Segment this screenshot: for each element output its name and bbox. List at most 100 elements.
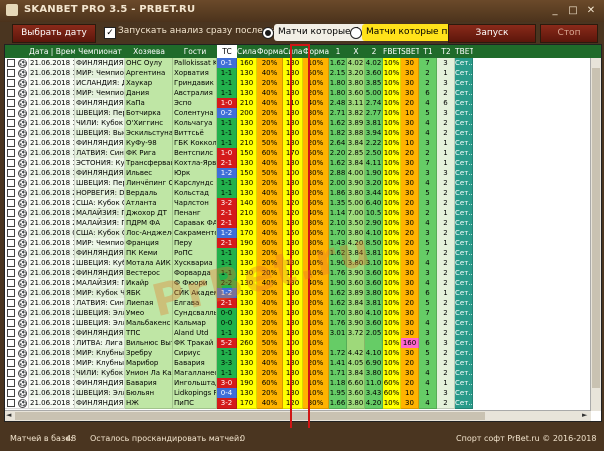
- row-checkbox[interactable]: [7, 259, 15, 267]
- start-button[interactable]: Запуск: [448, 24, 536, 43]
- row-checkbox[interactable]: [7, 229, 15, 237]
- row-checkbox[interactable]: [7, 399, 15, 407]
- row-checkbox[interactable]: [7, 249, 15, 257]
- soccer-ball-icon: ⚽: [18, 299, 27, 308]
- cell-sbet: 30: [401, 398, 419, 409]
- col-header-form1[interactable]: Форма 1: [257, 45, 283, 58]
- soccer-ball-icon: ⚽: [18, 89, 27, 98]
- in-base-value: 48: [66, 434, 77, 443]
- matches-table: Дата | ВремяЧемпионатХозяеваГостиTCСила …: [4, 44, 602, 422]
- horizontal-scroll-thumb[interactable]: [15, 412, 485, 420]
- stop-button[interactable]: Стоп: [540, 24, 598, 43]
- col-header-form2[interactable]: Форма 2: [303, 45, 329, 58]
- soccer-ball-icon: ⚽: [18, 379, 27, 388]
- remaining-value: 0: [240, 434, 246, 443]
- col-header-championship[interactable]: Чемпионат: [75, 45, 125, 58]
- soccer-ball-icon: ⚽: [18, 329, 27, 338]
- row-checkbox[interactable]: [7, 189, 15, 197]
- row-checkbox[interactable]: [7, 199, 15, 207]
- col-header-home[interactable]: Хозяева: [125, 45, 173, 58]
- vertical-scrollbar[interactable]: [590, 58, 601, 411]
- row-checkbox[interactable]: [7, 319, 15, 327]
- row-checkbox[interactable]: [7, 149, 15, 157]
- col-header-odd1[interactable]: 1: [329, 45, 347, 58]
- table-header: Дата | ВремяЧемпионатХозяеваГостиTCСила …: [5, 45, 601, 58]
- row-checkbox[interactable]: [7, 379, 15, 387]
- close-button[interactable]: ✕: [584, 4, 598, 17]
- table-row[interactable]: ⚽21.06.2018 18:00ФИНЛЯНДИЯ: Же...НЖПиПС3…: [5, 398, 601, 409]
- row-checkbox[interactable]: [7, 339, 15, 347]
- row-checkbox[interactable]: [7, 269, 15, 277]
- soccer-ball-icon: ⚽: [18, 179, 27, 188]
- col-header-away[interactable]: Гости: [173, 45, 217, 58]
- soccer-ball-icon: ⚽: [18, 169, 27, 178]
- row-checkbox[interactable]: [7, 219, 15, 227]
- col-header-power1[interactable]: Сила 1: [237, 45, 257, 58]
- row-checkbox[interactable]: [7, 309, 15, 317]
- col-header-t2[interactable]: T2: [437, 45, 455, 58]
- row-checkbox[interactable]: [7, 209, 15, 217]
- scroll-right-icon[interactable]: ►: [582, 411, 587, 419]
- soccer-ball-icon: ⚽: [18, 119, 27, 128]
- row-checkbox[interactable]: [7, 239, 15, 247]
- vertical-scroll-thumb[interactable]: [592, 68, 600, 388]
- row-checkbox[interactable]: [7, 79, 15, 87]
- row-checkbox[interactable]: [7, 89, 15, 97]
- col-header-tc[interactable]: TC: [217, 45, 237, 58]
- col-header-t1[interactable]: T1: [419, 45, 437, 58]
- copyright: Спорт софт PrBet.ru © 2016-2018: [456, 434, 597, 443]
- soccer-ball-icon: ⚽: [18, 259, 27, 268]
- soccer-ball-icon: ⚽: [18, 69, 27, 78]
- scroll-left-icon[interactable]: ◄: [6, 411, 11, 419]
- row-checkbox[interactable]: [7, 59, 15, 67]
- past-radio[interactable]: [350, 27, 362, 39]
- soccer-ball-icon: ⚽: [18, 59, 27, 68]
- row-checkbox[interactable]: [7, 359, 15, 367]
- row-checkbox[interactable]: [7, 109, 15, 117]
- cell-datetime: 21.06.2018 18:00: [29, 398, 75, 409]
- row-checkbox[interactable]: [7, 279, 15, 287]
- row-checkbox[interactable]: [7, 349, 15, 357]
- cell-form1: 40%: [257, 398, 283, 409]
- cell-t2: 2: [437, 398, 455, 409]
- row-checkbox[interactable]: [7, 179, 15, 187]
- row-checkbox[interactable]: [7, 99, 15, 107]
- title-bar: SKANBET PRO 3.5 - PRBET.RU _ □ ✕: [0, 0, 604, 22]
- upcoming-radio[interactable]: [262, 27, 274, 39]
- cell-away: ПиПС: [173, 398, 217, 409]
- row-checkbox[interactable]: [7, 369, 15, 377]
- row-checkbox[interactable]: [7, 389, 15, 397]
- minimize-button[interactable]: _: [548, 4, 562, 17]
- col-header-datetime[interactable]: Дата | Время: [29, 45, 75, 58]
- cell-odd1: 1.66: [329, 398, 347, 409]
- row-checkbox[interactable]: [7, 69, 15, 77]
- maximize-button[interactable]: □: [566, 4, 580, 17]
- col-header-sbet[interactable]: SBET: [401, 45, 419, 58]
- col-header-fbet[interactable]: FBET: [383, 45, 401, 58]
- row-checkbox[interactable]: [7, 139, 15, 147]
- soccer-ball-icon: ⚽: [18, 349, 27, 358]
- status-bar: Матчей в базе: 48 Осталось проскандирова…: [0, 428, 604, 451]
- horizontal-scrollbar[interactable]: ◄ ►: [5, 410, 591, 421]
- cell-tbet: Сет...: [455, 398, 473, 409]
- soccer-ball-icon: ⚽: [18, 109, 27, 118]
- soccer-ball-icon: ⚽: [18, 129, 27, 138]
- col-header-power2[interactable]: Сила 2: [283, 45, 303, 58]
- cell-t1: 4: [419, 398, 437, 409]
- col-header-oddx[interactable]: X: [347, 45, 365, 58]
- row-checkbox[interactable]: [7, 159, 15, 167]
- auto-analysis-checkbox[interactable]: ✓: [104, 27, 116, 39]
- row-checkbox[interactable]: [7, 289, 15, 297]
- toolbar: Выбрать дату ✓ Запускать анализ сразу по…: [0, 22, 604, 44]
- row-checkbox[interactable]: [7, 129, 15, 137]
- row-checkbox[interactable]: [7, 299, 15, 307]
- choose-date-button[interactable]: Выбрать дату: [12, 24, 96, 43]
- col-header-tbet[interactable]: TBET: [455, 45, 473, 58]
- row-checkbox[interactable]: [7, 119, 15, 127]
- row-select-cell: ⚽: [5, 398, 29, 409]
- row-checkbox[interactable]: [7, 329, 15, 337]
- col-header-odd2[interactable]: 2: [365, 45, 383, 58]
- row-checkbox[interactable]: [7, 169, 15, 177]
- cell-odd2: 4.20: [365, 398, 383, 409]
- col-header-select[interactable]: [5, 45, 29, 58]
